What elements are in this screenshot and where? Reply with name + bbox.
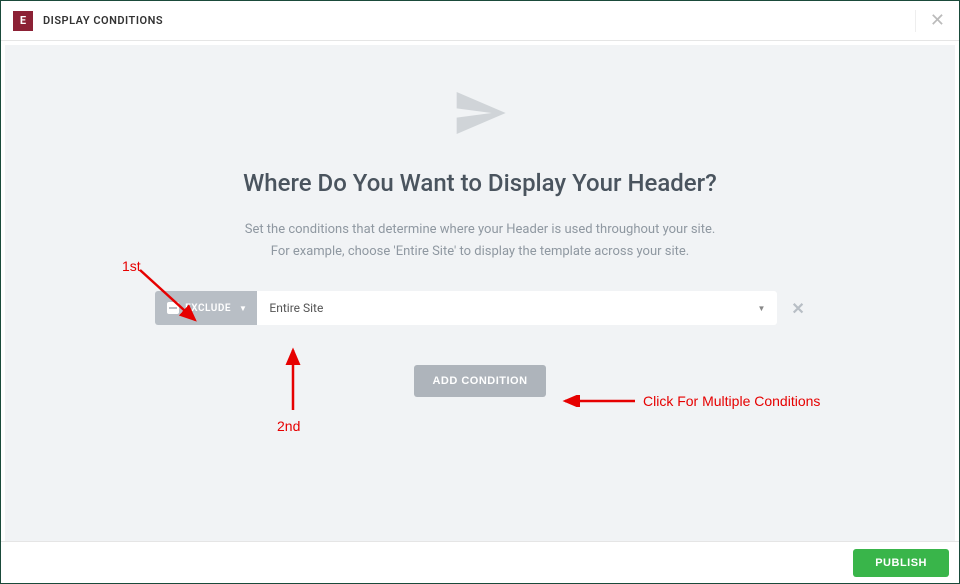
chevron-down-icon: ▼: [239, 304, 247, 313]
close-button[interactable]: ✕: [915, 10, 945, 32]
publish-button[interactable]: PUBLISH: [853, 549, 949, 577]
annotation-arrow-2: [283, 345, 303, 415]
condition-scope-value: Entire Site: [269, 301, 323, 315]
condition-scope-dropdown[interactable]: Entire Site ▼: [257, 291, 777, 325]
minus-icon: [167, 302, 179, 314]
paper-plane-icon: [5, 85, 955, 141]
annotation-click-multiple: Click For Multiple Conditions: [643, 393, 820, 409]
add-condition-button[interactable]: ADD CONDITION: [414, 365, 545, 397]
remove-condition-button[interactable]: ✕: [791, 299, 804, 318]
modal-footer: PUBLISH: [1, 541, 959, 583]
logo-letter: E: [20, 14, 26, 27]
condition-type-label: EXCLUDE: [185, 303, 231, 314]
condition-row: EXCLUDE ▼ Entire Site ▼ ✕: [5, 291, 955, 325]
modal-header: E DISPLAY CONDITIONS ✕: [1, 1, 959, 41]
subtext-line-1: Set the conditions that determine where …: [5, 219, 955, 241]
page-heading: Where Do You Want to Display Your Header…: [5, 169, 955, 197]
chevron-down-icon: ▼: [758, 304, 766, 313]
condition-type-dropdown[interactable]: EXCLUDE ▼: [155, 291, 257, 325]
modal-title: DISPLAY CONDITIONS: [43, 14, 163, 27]
close-icon: ✕: [930, 10, 945, 31]
modal-body: Where Do You Want to Display Your Header…: [5, 45, 955, 543]
elementor-logo-icon: E: [13, 11, 33, 31]
annotation-2nd: 2nd: [277, 418, 300, 434]
subtext-line-2: For example, choose 'Entire Site' to dis…: [5, 241, 955, 263]
annotation-arrow-3: [560, 395, 640, 407]
page-subtext: Set the conditions that determine where …: [5, 219, 955, 263]
